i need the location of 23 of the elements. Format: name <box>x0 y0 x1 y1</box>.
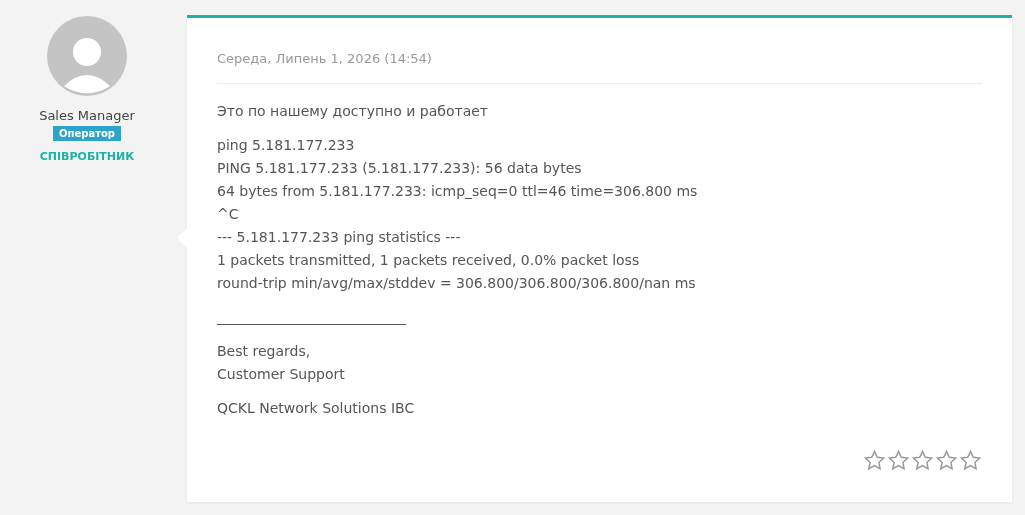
message-line: PING 5.181.177.233 (5.181.177.233): 56 data bytes <box>217 159 582 178</box>
star-icon[interactable] <box>911 449 934 472</box>
message-line: 1 packets transmitted, 1 packets received, 0.0% packet loss <box>217 251 640 270</box>
star-rating[interactable] <box>863 449 982 472</box>
star-icon[interactable] <box>863 449 886 472</box>
message-line: round-trip min/avg/max/stddev = 306.800/306.800/306.800/nan ms <box>217 274 696 293</box>
star-icon[interactable] <box>887 449 910 472</box>
author-name: Sales Manager <box>39 108 135 123</box>
star-icon[interactable] <box>959 449 982 472</box>
message-line: ___________________________ <box>217 308 406 327</box>
operator-badge: Оператор <box>53 126 121 141</box>
message-line: ^C <box>217 205 239 224</box>
message-line: Customer Support <box>217 365 345 384</box>
message-line: ping 5.181.177.233 <box>217 136 355 155</box>
message-line: Best regards, <box>217 342 311 361</box>
message-line: QCKL Network Solutions IBC <box>217 399 415 418</box>
author-role: СПІВРОБІТНИК <box>39 150 135 163</box>
message-line: --- 5.181.177.233 ping statistics --- <box>217 228 461 247</box>
avatar-icon <box>47 16 127 96</box>
message-date: Середа, Липень 1, 2026 (14:54) <box>217 51 982 84</box>
message-line: 64 bytes from 5.181.177.233: icmp_seq=0 ttl=46 time=306.800 ms <box>217 182 698 201</box>
star-icon[interactable] <box>935 449 958 472</box>
message-line: Это по нашему доступно и работает <box>217 102 488 121</box>
